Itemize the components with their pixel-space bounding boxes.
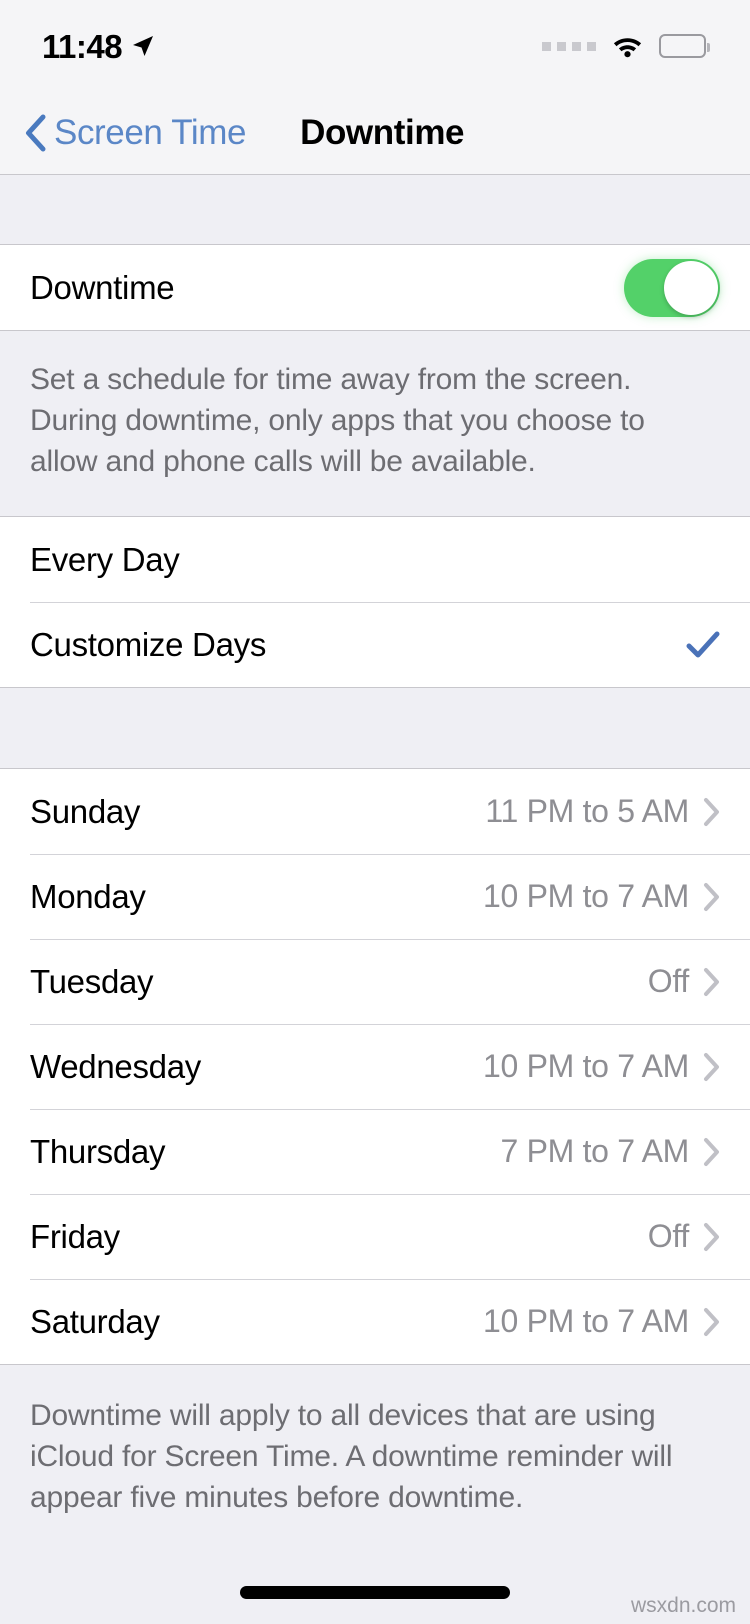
settings-list: Downtime Set a schedule for time away fr… [0,175,750,1554]
downtime-toggle-group: Downtime [0,244,750,331]
option-every-day[interactable]: Every Day [0,517,750,602]
day-schedule-value: 10 PM to 7 AM [483,1048,689,1084]
day-schedule-value: Off [647,963,690,999]
day-label: Monday [30,877,146,915]
home-indicator-area: wsxdn.com [0,1554,750,1624]
chevron-left-icon [24,114,46,152]
battery-icon [659,34,710,58]
day-label: Sunday [30,792,141,830]
day-label: Friday [30,1217,120,1255]
option-every-day-label: Every Day [30,540,180,578]
day-row-saturday[interactable]: Saturday 10 PM to 7 AM [0,1279,750,1364]
day-row-friday[interactable]: Friday Off [0,1194,750,1279]
day-row-sunday[interactable]: Sunday 11 PM to 5 AM [0,769,750,854]
chevron-right-icon [703,1137,720,1167]
wifi-icon [611,34,644,58]
downtime-toggle-row[interactable]: Downtime [0,245,750,330]
chevron-right-icon [703,797,720,827]
status-bar-right [542,34,710,58]
status-bar-left: 11:48 [42,30,155,63]
day-row-wednesday[interactable]: Wednesday 10 PM to 7 AM [0,1024,750,1109]
chevron-right-icon [703,1052,720,1082]
home-indicator[interactable] [240,1585,510,1599]
back-button[interactable]: Screen Time [24,113,246,153]
day-label: Tuesday [30,962,154,1000]
day-row-tuesday[interactable]: Tuesday Off [0,939,750,1024]
back-button-label: Screen Time [54,113,247,152]
checkmark-icon [686,630,720,660]
spacer-mid [0,688,750,768]
chevron-right-icon [703,1222,720,1252]
iphone-screen: 11:48 Screen Time Downtime Downtime Set … [0,0,750,1624]
location-arrow-icon [131,34,155,58]
day-label: Saturday [30,1302,160,1340]
day-schedule-value: Off [647,1218,690,1254]
navigation-bar: Screen Time Downtime [0,92,750,175]
icloud-footer-description: Downtime will apply to all devices that … [0,1365,750,1552]
day-row-right: 10 PM to 7 AM [483,1048,720,1085]
day-label: Thursday [30,1132,166,1170]
day-row-right: 11 PM to 5 AM [485,793,720,830]
downtime-row-right [624,258,720,317]
day-row-right: 7 PM to 7 AM [501,1133,720,1170]
downtime-label: Downtime [30,268,175,306]
chevron-right-icon [703,1307,720,1337]
option-customize-days-label: Customize Days [30,625,267,663]
option-customize-days-right [686,630,720,660]
day-schedule-value: 10 PM to 7 AM [483,1303,689,1339]
spacer-top [0,175,750,244]
watermark: wsxdn.com [630,1594,736,1617]
day-row-right: 10 PM to 7 AM [483,1303,720,1340]
status-bar: 11:48 [0,0,750,92]
day-row-thursday[interactable]: Thursday 7 PM to 7 AM [0,1109,750,1194]
day-label: Wednesday [30,1047,201,1085]
downtime-description: Set a schedule for time away from the sc… [0,331,750,516]
chevron-right-icon [703,882,720,912]
chevron-right-icon [703,967,720,997]
day-schedule-value: 11 PM to 5 AM [485,793,689,829]
day-row-right: 10 PM to 7 AM [483,878,720,915]
signal-dots-icon [542,41,596,51]
downtime-toggle-switch[interactable] [624,258,720,317]
toggle-knob [664,260,718,315]
schedule-mode-group: Every Day Customize Days [0,516,750,688]
day-schedule-value: 7 PM to 7 AM [500,1133,690,1169]
day-row-right: Off [648,1218,720,1255]
day-row-right: Off [648,963,720,1000]
status-bar-clock: 11:48 [42,27,123,65]
day-row-monday[interactable]: Monday 10 PM to 7 AM [0,854,750,939]
page-title: Downtime [300,113,465,152]
days-group: Sunday 11 PM to 5 AM Monday 10 PM to 7 A… [0,768,750,1365]
option-customize-days[interactable]: Customize Days [0,602,750,687]
day-schedule-value: 10 PM to 7 AM [483,878,689,914]
